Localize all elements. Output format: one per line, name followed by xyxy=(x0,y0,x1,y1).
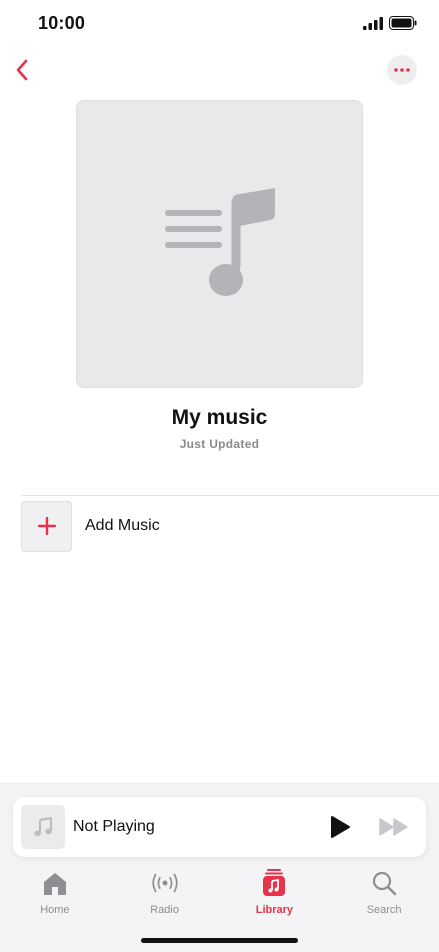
radio-broadcast-icon xyxy=(152,873,178,893)
tab-radio[interactable]: Radio xyxy=(110,866,220,920)
status-icons xyxy=(363,16,417,30)
add-music-button[interactable]: Add Music xyxy=(21,500,439,552)
mini-player[interactable]: Not Playing xyxy=(13,797,426,857)
tab-label-library: Library xyxy=(255,904,294,916)
ellipsis-icon xyxy=(394,68,410,72)
battery-full-icon xyxy=(389,16,417,30)
play-icon xyxy=(331,816,350,838)
tab-search[interactable]: Search xyxy=(329,866,439,920)
tab-bar: Home Radio Library Search xyxy=(0,866,439,920)
cellular-signal-icon xyxy=(363,16,383,30)
mini-player-title: Not Playing xyxy=(73,818,155,835)
search-icon xyxy=(373,871,397,896)
add-music-tile xyxy=(21,500,72,552)
playlist-artwork xyxy=(76,100,363,388)
music-note-icon xyxy=(34,817,52,837)
home-icon xyxy=(43,873,66,895)
fast-forward-icon xyxy=(379,818,408,836)
playlist-title: My music xyxy=(171,406,268,429)
tab-home[interactable]: Home xyxy=(0,866,110,920)
status-bar: 10:00 xyxy=(0,0,439,48)
divider xyxy=(21,495,439,496)
tab-label-search: Search xyxy=(366,904,402,916)
chevron-left-icon xyxy=(16,59,28,81)
play-button[interactable] xyxy=(329,815,351,839)
mini-player-artwork xyxy=(21,805,65,849)
playlist-subtitle: Just Updated xyxy=(179,437,260,451)
tab-label-home: Home xyxy=(40,904,70,916)
home-indicator xyxy=(141,938,298,943)
nav-bar xyxy=(0,52,439,88)
plus-icon xyxy=(37,517,56,535)
playlist-music-note-icon xyxy=(165,188,275,296)
tab-label-radio: Radio xyxy=(150,904,179,916)
add-music-label: Add Music xyxy=(85,517,160,534)
fast-forward-button[interactable] xyxy=(378,816,410,838)
library-icon xyxy=(263,869,286,896)
tab-library[interactable]: Library xyxy=(220,866,330,920)
more-options-button[interactable] xyxy=(387,55,417,85)
back-button[interactable] xyxy=(8,54,36,86)
status-time: 10:00 xyxy=(38,13,86,33)
